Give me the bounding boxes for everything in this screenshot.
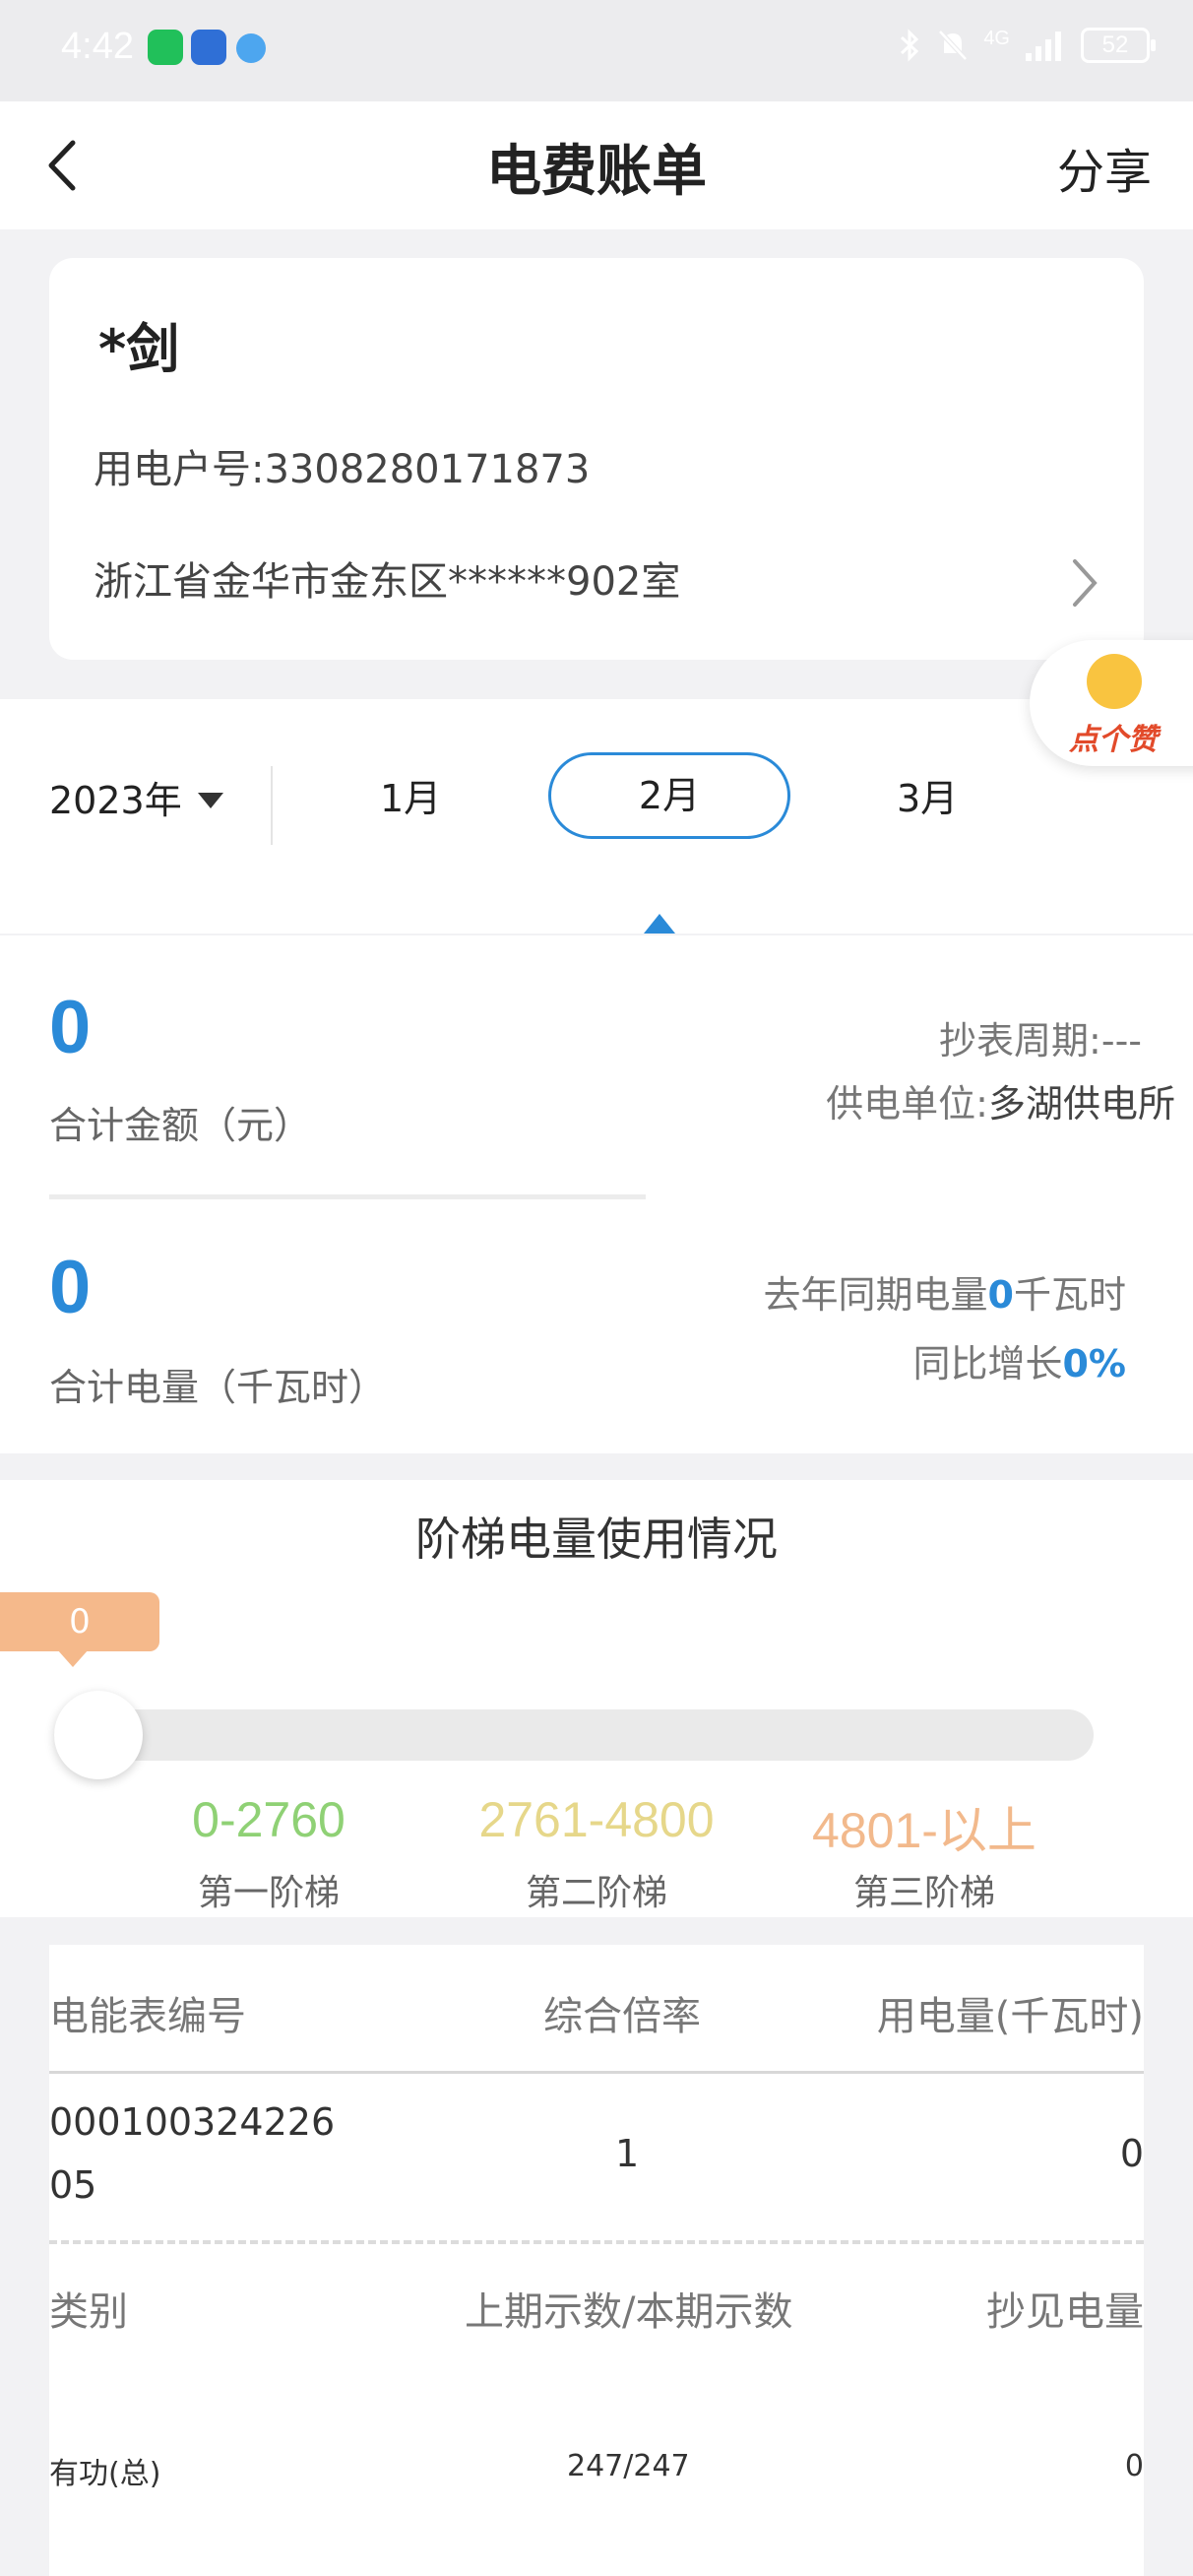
- like-label: 点个赞: [1069, 723, 1158, 757]
- total-amount: 0: [49, 986, 92, 1069]
- yoy-value: 0%: [1062, 1342, 1126, 1385]
- last-year-prefix: 去年同期电量: [763, 1273, 988, 1317]
- bill-summary: 0 合计金额（元） 抄表周期:--- 供电单位:多湖供电所 0 合计电量（千瓦时…: [0, 935, 1193, 1453]
- wechat-icon: [148, 30, 183, 65]
- weather-icon: [236, 33, 266, 63]
- yoy-label: 同比增长: [912, 1342, 1063, 1385]
- table-header-divider: [49, 2071, 1144, 2074]
- account-card[interactable]: *剑 用电户号:3308280171873 浙江省金华市金东区******902…: [49, 258, 1144, 660]
- last-year-energy: 去年同期电量0千瓦时: [764, 1264, 1126, 1319]
- signal-icon: [1026, 32, 1061, 61]
- account-number: 用电户号:3308280171873: [94, 447, 591, 492]
- like-badge[interactable]: 点个赞: [1030, 640, 1193, 766]
- table-dashed-divider: [49, 2240, 1144, 2244]
- col-header-meter-no: 电能表编号: [49, 1994, 246, 2039]
- tier-1-range: 0-2760: [192, 1792, 345, 1847]
- tier-2-name: 第二阶梯: [525, 1873, 667, 1913]
- tier-3-name: 第三阶梯: [852, 1873, 995, 1913]
- tier-current-bubble: 0: [0, 1592, 159, 1651]
- year-dropdown[interactable]: 2023年: [49, 770, 223, 824]
- col-header-readings: 上期示数/本期示数: [465, 2289, 793, 2335]
- mute-icon: [938, 30, 969, 61]
- chevron-right-icon[interactable]: [1065, 553, 1104, 612]
- battery-icon: 52: [1081, 28, 1156, 63]
- reading-energy: 0: [1124, 2449, 1144, 2483]
- caret-down-icon: [197, 792, 223, 808]
- account-name: *剑: [98, 318, 180, 380]
- meter-table: 电能表编号 综合倍率 用电量(千瓦时) 000100324226 05 1 0 …: [49, 1945, 1144, 2576]
- reading-values: 247/247: [567, 2449, 690, 2483]
- tier-2-range: 2761-4800: [478, 1792, 715, 1847]
- tier-usage-panel: 阶梯电量使用情况 0 0-2760 第一阶梯 2761-4800 第二阶梯 48…: [0, 1480, 1193, 1917]
- supply-unit-value: 多湖供电所: [987, 1082, 1175, 1126]
- status-bar: 4:42 4G 52: [0, 0, 1193, 101]
- tier-bubble-tail: [57, 1649, 89, 1667]
- network-type: 4G: [983, 27, 1010, 49]
- col-header-multiplier: 综合倍率: [543, 1994, 701, 2039]
- tier-title: 阶梯电量使用情况: [415, 1513, 778, 1566]
- page-title: 电费账单: [486, 140, 707, 204]
- col-header-category: 类别: [49, 2289, 128, 2335]
- supply-unit-label: 供电单位:: [826, 1082, 988, 1126]
- year-label: 2023年: [49, 779, 182, 822]
- total-energy-label: 合计电量（千瓦时）: [49, 1366, 387, 1409]
- reading-category: 有功(总): [49, 2457, 161, 2491]
- meter-multiplier: 1: [615, 2132, 640, 2175]
- yoy-growth: 同比增长0%: [912, 1333, 1126, 1387]
- month-tab-1[interactable]: 1月: [380, 768, 441, 822]
- tier-progress-track: [54, 1709, 1094, 1761]
- bluetooth-icon: [901, 29, 919, 62]
- summary-divider: [49, 1194, 646, 1199]
- smile-emoji-icon: [1087, 654, 1142, 709]
- total-amount-label: 合计金额（元）: [49, 1104, 312, 1147]
- total-energy: 0: [49, 1246, 92, 1329]
- reading-period-value: ---: [1100, 1019, 1142, 1063]
- meter-no-line1: 000100324226: [49, 2100, 336, 2144]
- account-address: 浙江省金华市金东区******902室: [94, 559, 681, 605]
- month-tab-3[interactable]: 3月: [897, 768, 958, 822]
- divider: [271, 766, 273, 845]
- supply-unit: 供电单位:多湖供电所: [826, 1073, 1175, 1127]
- period-selector: 2023年 1月 2月 3月: [0, 699, 1193, 934]
- tier-3-range: 4801-以上: [812, 1803, 1036, 1858]
- nav-bar: 电费账单 分享: [0, 101, 1193, 229]
- tier-1-name: 第一阶梯: [197, 1873, 340, 1913]
- month-tab-2[interactable]: 2月: [548, 752, 790, 839]
- meter-usage: 0: [1119, 2132, 1144, 2175]
- last-year-unit: 千瓦时: [1013, 1273, 1126, 1317]
- reading-period: 抄表周期:---: [939, 1010, 1142, 1064]
- selected-month-indicator: [644, 914, 675, 934]
- app-notification-icon: [191, 30, 226, 65]
- last-year-value: 0: [987, 1273, 1014, 1317]
- tier-progress-handle: [54, 1691, 143, 1779]
- reading-period-label: 抄表周期:: [939, 1019, 1101, 1063]
- col-header-usage: 用电量(千瓦时): [876, 1994, 1144, 2039]
- meter-no-line2: 05: [49, 2163, 97, 2207]
- status-right-group: 4G 52: [897, 27, 1156, 63]
- status-time: 4:42: [61, 26, 134, 67]
- share-button[interactable]: 分享: [1057, 133, 1152, 202]
- col-header-read-energy: 抄见电量: [986, 2289, 1144, 2335]
